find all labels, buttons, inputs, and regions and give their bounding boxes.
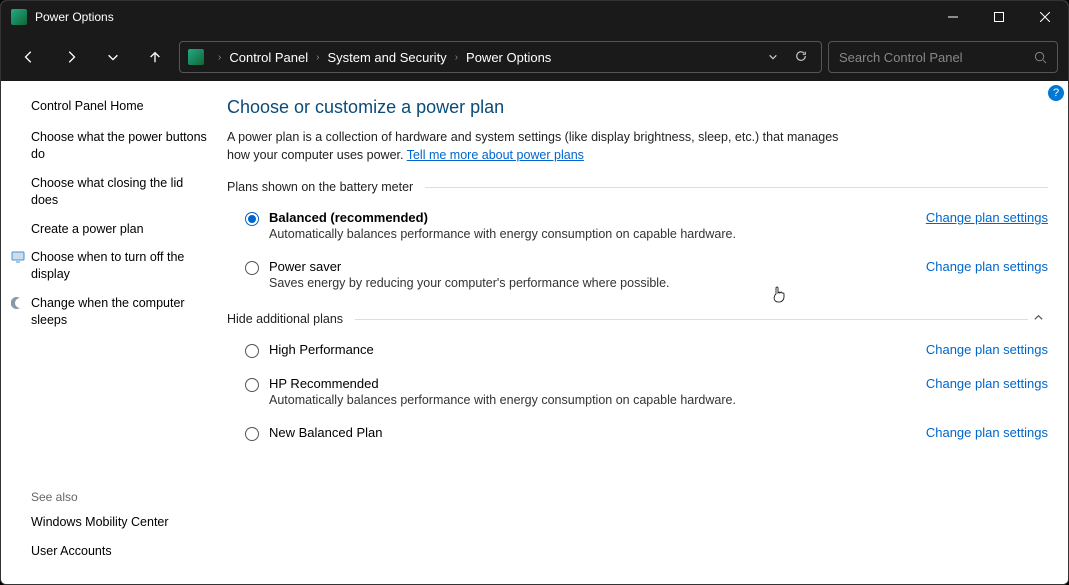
plan-high-performance: High Performance Change plan settings	[227, 338, 1048, 372]
content-area: ? Control Panel Home Choose what the pow…	[1, 81, 1068, 584]
window-title: Power Options	[35, 10, 930, 24]
refresh-button[interactable]	[789, 50, 813, 65]
search-input[interactable]	[839, 50, 1034, 65]
moon-icon	[11, 296, 25, 310]
recent-button[interactable]	[95, 41, 131, 73]
change-plan-settings-link[interactable]: Change plan settings	[926, 342, 1048, 357]
search-bar[interactable]	[828, 41, 1058, 73]
section-label: Hide additional plans	[227, 312, 343, 326]
plan-radio-powersaver[interactable]	[245, 261, 259, 275]
breadcrumb-control-panel[interactable]: Control Panel	[229, 50, 308, 65]
section-label: Plans shown on the battery meter	[227, 180, 413, 194]
search-icon	[1034, 51, 1047, 64]
control-panel-home-link[interactable]: Control Panel Home	[31, 99, 207, 113]
additional-plans-header[interactable]: Hide additional plans	[227, 312, 1048, 326]
sidebar-item-label: Choose when to turn off the display	[31, 250, 184, 281]
plan-radio-hprec[interactable]	[245, 378, 259, 392]
forward-arrow-icon	[64, 50, 78, 64]
sidebar-link-turn-off-display[interactable]: Choose when to turn off the display	[31, 249, 207, 283]
see-also-mobility-center[interactable]: Windows Mobility Center	[31, 514, 207, 531]
plan-name[interactable]: New Balanced Plan	[269, 425, 914, 440]
plan-name[interactable]: High Performance	[269, 342, 914, 357]
sidebar-link-create-plan[interactable]: Create a power plan	[31, 221, 207, 238]
maximize-icon	[994, 12, 1004, 22]
minimize-button[interactable]	[930, 1, 976, 33]
tell-me-more-link[interactable]: Tell me more about power plans	[407, 148, 584, 162]
divider	[355, 319, 1028, 320]
intro-text: A power plan is a collection of hardware…	[227, 128, 847, 164]
plan-name[interactable]: Balanced (recommended)	[269, 210, 914, 225]
see-also-user-accounts[interactable]: User Accounts	[31, 543, 207, 560]
plan-description: Saves energy by reducing your computer's…	[269, 276, 914, 290]
minimize-icon	[948, 12, 958, 22]
main-panel: Choose or customize a power plan A power…	[221, 81, 1068, 584]
breadcrumb-system-security[interactable]: System and Security	[327, 50, 446, 65]
plan-power-saver: Power saver Saves energy by reducing you…	[227, 255, 1048, 304]
back-button[interactable]	[11, 41, 47, 73]
plan-description: Automatically balances performance with …	[269, 227, 914, 241]
plan-new-balanced: New Balanced Plan Change plan settings	[227, 421, 1048, 455]
title-bar: Power Options	[1, 1, 1068, 33]
app-icon	[11, 9, 27, 25]
plan-radio-balanced[interactable]	[245, 212, 259, 226]
nav-bar: › Control Panel › System and Security › …	[1, 33, 1068, 81]
see-also-label: See also	[31, 490, 207, 504]
window-controls	[930, 1, 1068, 33]
collapse-button[interactable]	[1028, 312, 1048, 326]
address-bar[interactable]: › Control Panel › System and Security › …	[179, 41, 822, 73]
chevron-right-icon: ›	[218, 52, 221, 63]
sidebar-item-label: Change when the computer sleeps	[31, 296, 185, 327]
chevron-up-icon	[1033, 312, 1044, 323]
plan-description: Automatically balances performance with …	[269, 393, 914, 407]
plan-name[interactable]: HP Recommended	[269, 376, 914, 391]
chevron-right-icon: ›	[455, 52, 458, 63]
plan-balanced: Balanced (recommended) Automatically bal…	[227, 206, 1048, 255]
window: Power Options › Co	[0, 0, 1069, 585]
change-plan-settings-link[interactable]: Change plan settings	[926, 376, 1048, 391]
chevron-down-icon	[768, 52, 778, 62]
chevron-down-icon	[106, 50, 120, 64]
up-arrow-icon	[148, 50, 162, 64]
visible-plans-header: Plans shown on the battery meter	[227, 180, 1048, 194]
refresh-icon	[795, 50, 807, 62]
close-button[interactable]	[1022, 1, 1068, 33]
help-button[interactable]: ?	[1048, 85, 1064, 101]
plan-radio-highperf[interactable]	[245, 344, 259, 358]
back-arrow-icon	[22, 50, 36, 64]
display-icon	[11, 250, 25, 264]
close-icon	[1040, 12, 1050, 22]
page-heading: Choose or customize a power plan	[227, 97, 1048, 118]
chevron-right-icon: ›	[316, 52, 319, 63]
plan-radio-newbal[interactable]	[245, 427, 259, 441]
breadcrumb-power-options[interactable]: Power Options	[466, 50, 551, 65]
location-icon	[188, 49, 204, 65]
maximize-button[interactable]	[976, 1, 1022, 33]
sidebar-link-power-buttons[interactable]: Choose what the power buttons do	[31, 129, 207, 163]
plan-hp-recommended: HP Recommended Automatically balances pe…	[227, 372, 1048, 421]
forward-button[interactable]	[53, 41, 89, 73]
address-dropdown-button[interactable]	[761, 50, 785, 65]
up-button[interactable]	[137, 41, 173, 73]
change-plan-settings-link[interactable]: Change plan settings	[926, 425, 1048, 440]
divider	[425, 187, 1048, 188]
change-plan-settings-link[interactable]: Change plan settings	[926, 259, 1048, 274]
sidebar-link-sleep[interactable]: Change when the computer sleeps	[31, 295, 207, 329]
sidebar: Control Panel Home Choose what the power…	[1, 81, 221, 584]
change-plan-settings-link[interactable]: Change plan settings	[926, 210, 1048, 225]
sidebar-link-close-lid[interactable]: Choose what closing the lid does	[31, 175, 207, 209]
plan-name[interactable]: Power saver	[269, 259, 914, 274]
